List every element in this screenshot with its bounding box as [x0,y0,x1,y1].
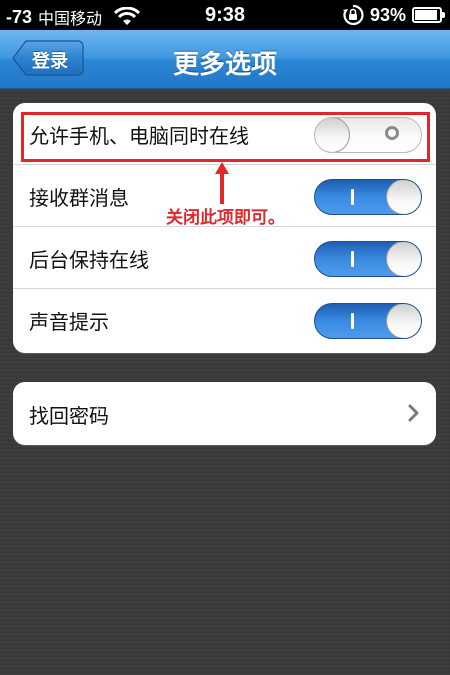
password-group: 找回密码 [13,382,436,445]
background-online-toggle[interactable] [314,241,422,277]
battery-icon [412,7,445,23]
setting-label: 声音提示 [29,310,109,334]
toggle-knob [386,180,421,214]
battery-fill [415,10,438,20]
toggle-knob [386,242,421,276]
navigation-bar: 登录 更多选项 [0,30,450,89]
battery-percent: 93% [369,4,406,25]
setting-label: 后台保持在线 [29,248,149,272]
find-password-row[interactable]: 找回密码 [13,382,436,445]
toggle-knob [386,304,421,338]
receive-group-messages-toggle[interactable] [314,179,422,215]
setting-label: 接收群消息 [29,186,129,210]
rotation-lock-icon [342,4,364,26]
toggle-on-mark [351,313,354,329]
annotation-highlight-box [21,112,430,162]
annotation-arrow-icon [215,162,229,204]
status-bar: -73 中国移动 9:38 93% [0,0,450,30]
find-password-label: 找回密码 [29,404,109,428]
chevron-right-icon [408,404,419,422]
sound-alert-toggle[interactable] [314,303,422,339]
setting-row-background-online: 后台保持在线 [13,227,436,289]
status-right: 93% [342,4,445,26]
annotation-text: 关闭此项即可。 [166,208,285,228]
page-title: 更多选项 [172,50,277,80]
toggle-on-mark [351,251,354,267]
setting-row-sound-alert: 声音提示 [13,289,436,351]
toggle-on-mark [351,189,354,205]
